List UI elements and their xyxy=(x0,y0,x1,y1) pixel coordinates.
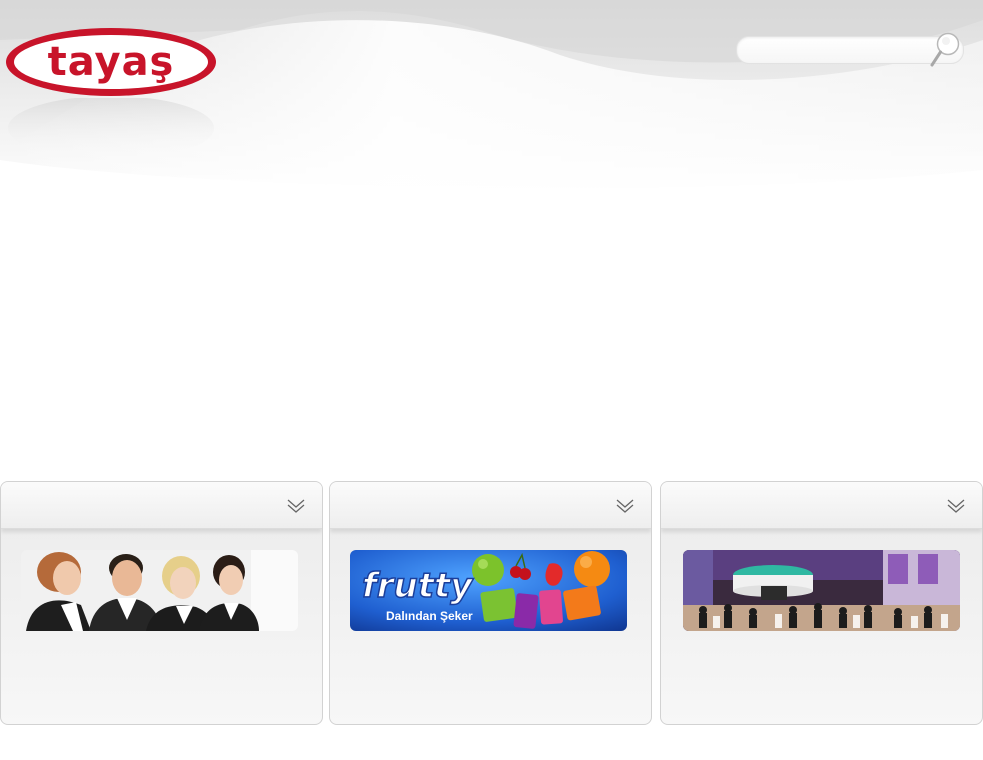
frutty-banner[interactable]: frutty Dalından Şeker xyxy=(350,550,627,631)
frutty-logo-text: frutty xyxy=(362,566,474,606)
search-icon[interactable] xyxy=(928,30,962,68)
frutty-subtitle: Dalından Şeker xyxy=(386,609,473,623)
panel-header xyxy=(330,482,651,529)
panel-header xyxy=(661,482,982,529)
chevron-down-icon[interactable] xyxy=(615,496,635,516)
chevron-down-icon[interactable] xyxy=(946,496,966,516)
panel-header xyxy=(1,482,322,529)
team-photo[interactable] xyxy=(21,550,298,631)
trade-fair-photo[interactable] xyxy=(683,550,960,631)
logo-text: tayaş xyxy=(47,39,175,85)
panel-products: frutty Dalından Şeker xyxy=(329,481,652,725)
panel-corporate xyxy=(0,481,323,725)
panel-events xyxy=(660,481,983,725)
chevron-down-icon[interactable] xyxy=(286,496,306,516)
search-input[interactable] xyxy=(747,40,931,62)
brand-logo[interactable]: tayaş xyxy=(4,26,218,98)
logo-reflection xyxy=(8,98,214,160)
